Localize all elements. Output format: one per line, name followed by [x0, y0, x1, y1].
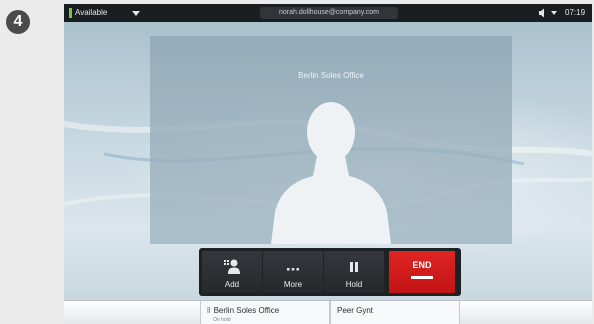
call-item-berlin-soles-office[interactable]: ll Berlin Soles Office On hold	[200, 301, 330, 324]
step-number-badge: 4	[6, 10, 30, 34]
end-call-button[interactable]: END	[389, 251, 455, 293]
presence-dropdown-icon[interactable]	[132, 11, 140, 16]
add-label: Add	[224, 280, 240, 289]
presence-status[interactable]: Available	[75, 8, 107, 17]
end-label: END	[412, 260, 432, 270]
volume-dropdown-icon[interactable]	[551, 11, 557, 15]
end-call-bar-icon	[411, 276, 433, 279]
call-item-name: Peer Gynt	[337, 306, 374, 315]
user-email: norah.dollhouse@company.com	[260, 7, 398, 19]
active-calls-strip: ll Berlin Soles Office On hold Peer Gynt	[64, 300, 592, 324]
clock: 07:19	[565, 8, 586, 17]
status-bar: Available norah.dollhouse@company.com 07…	[64, 4, 592, 22]
call-controls: Add More Hold END	[199, 248, 461, 296]
call-item-status: On hold	[213, 317, 231, 323]
more-button[interactable]: More	[263, 251, 323, 293]
more-dots-icon	[287, 268, 299, 271]
video-call-screen: Available norah.dollhouse@company.com 07…	[64, 4, 592, 324]
remote-video: Berlin Soles Office	[150, 36, 512, 244]
presence-indicator	[69, 8, 72, 18]
hold-label: Hold	[345, 280, 363, 289]
call-item-name: ll Berlin Soles Office	[207, 306, 280, 315]
hold-button[interactable]: Hold	[324, 251, 384, 293]
call-item-peer-gynt[interactable]: Peer Gynt	[330, 301, 460, 324]
more-label: More	[283, 280, 303, 289]
person-silhouette-icon	[271, 102, 391, 244]
on-hold-icon: ll	[207, 306, 211, 315]
add-button[interactable]: Add	[202, 251, 262, 293]
speaker-icon[interactable]	[538, 8, 548, 18]
add-participant-icon	[224, 259, 240, 274]
pause-icon	[350, 262, 358, 272]
caller-name: Berlin Soles Office	[298, 71, 364, 80]
